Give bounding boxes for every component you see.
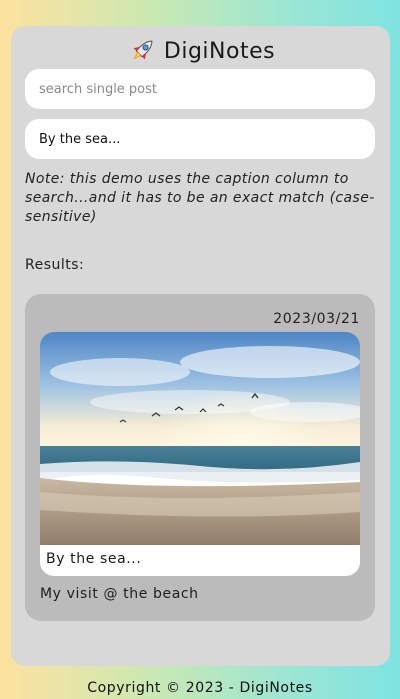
search-input[interactable] (25, 69, 375, 109)
post-date: 2023/03/21 (273, 311, 360, 327)
search-note: Note: this demo uses the caption column … (25, 171, 375, 225)
rocket-icon (133, 40, 153, 60)
caption-search-input[interactable] (25, 119, 375, 159)
app-title: DigiNotes (163, 38, 276, 64)
app-header: DigiNotes (11, 34, 390, 68)
post-image-frame: By the sea... (40, 332, 360, 576)
footer-copyright: Copyright © 2023 - DigiNotes (87, 680, 313, 696)
post-text: My visit @ the beach (40, 586, 199, 602)
post-card: 2023/03/21 By the sea... My visit @ the … (25, 294, 375, 621)
beach-sunrise-photo (40, 332, 360, 545)
main-card: DigiNotes Note: this demo uses the capti… (11, 26, 390, 666)
post-caption: By the sea... (46, 551, 142, 567)
results-label: Results: (25, 257, 85, 273)
